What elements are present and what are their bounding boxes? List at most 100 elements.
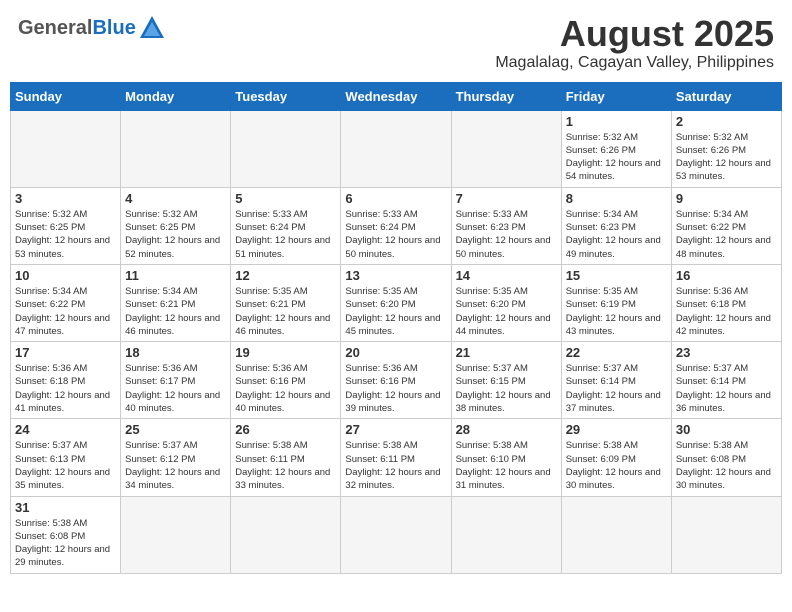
day-info: Sunrise: 5:34 AM Sunset: 6:23 PM Dayligh…	[566, 208, 667, 261]
day-info: Sunrise: 5:32 AM Sunset: 6:25 PM Dayligh…	[15, 208, 116, 261]
day-number: 13	[345, 268, 446, 283]
day-number: 3	[15, 191, 116, 206]
location-title: Magalalag, Cagayan Valley, Philippines	[495, 54, 774, 72]
day-number: 20	[345, 345, 446, 360]
calendar-cell	[671, 496, 781, 573]
day-info: Sunrise: 5:37 AM Sunset: 6:15 PM Dayligh…	[456, 362, 557, 415]
day-number: 27	[345, 422, 446, 437]
day-info: Sunrise: 5:38 AM Sunset: 6:08 PM Dayligh…	[676, 439, 777, 492]
calendar-cell	[451, 110, 561, 187]
day-number: 21	[456, 345, 557, 360]
calendar-week-row: 10 Sunrise: 5:34 AM Sunset: 6:22 PM Dayli…	[11, 264, 782, 341]
day-number: 19	[235, 345, 336, 360]
day-info: Sunrise: 5:32 AM Sunset: 6:25 PM Dayligh…	[125, 208, 226, 261]
day-number: 7	[456, 191, 557, 206]
day-info: Sunrise: 5:35 AM Sunset: 6:20 PM Dayligh…	[345, 285, 446, 338]
day-number: 17	[15, 345, 116, 360]
day-info: Sunrise: 5:34 AM Sunset: 6:21 PM Dayligh…	[125, 285, 226, 338]
calendar-cell: 19 Sunrise: 5:36 AM Sunset: 6:16 PM Dayli…	[231, 342, 341, 419]
day-number: 31	[15, 500, 116, 515]
day-number: 25	[125, 422, 226, 437]
calendar-cell	[231, 496, 341, 573]
day-info: Sunrise: 5:37 AM Sunset: 6:13 PM Dayligh…	[15, 439, 116, 492]
day-number: 15	[566, 268, 667, 283]
month-title: August 2025	[495, 14, 774, 54]
day-info: Sunrise: 5:36 AM Sunset: 6:18 PM Dayligh…	[15, 362, 116, 415]
title-section: August 2025 Magalalag, Cagayan Valley, P…	[495, 14, 774, 72]
calendar-cell: 3 Sunrise: 5:32 AM Sunset: 6:25 PM Daylig…	[11, 187, 121, 264]
day-number: 30	[676, 422, 777, 437]
day-number: 28	[456, 422, 557, 437]
calendar-cell: 12Sunrise: 5:35 AM Sunset: 6:21 PM Dayli…	[231, 264, 341, 341]
weekday-header-monday: Monday	[121, 82, 231, 110]
day-info: Sunrise: 5:38 AM Sunset: 6:08 PM Dayligh…	[15, 517, 116, 570]
calendar-cell: 18Sunrise: 5:36 AM Sunset: 6:17 PM Dayli…	[121, 342, 231, 419]
day-info: Sunrise: 5:36 AM Sunset: 6:18 PM Dayligh…	[676, 285, 777, 338]
weekday-header-row: SundayMondayTuesdayWednesdayThursdayFrid…	[11, 82, 782, 110]
day-info: Sunrise: 5:38 AM Sunset: 6:10 PM Dayligh…	[456, 439, 557, 492]
calendar-cell: 26 Sunrise: 5:38 AM Sunset: 6:11 PM Dayli…	[231, 419, 341, 496]
day-info: Sunrise: 5:33 AM Sunset: 6:23 PM Dayligh…	[456, 208, 557, 261]
calendar-week-row: 31 Sunrise: 5:38 AM Sunset: 6:08 PM Dayli…	[11, 496, 782, 573]
day-info: Sunrise: 5:37 AM Sunset: 6:14 PM Dayligh…	[566, 362, 667, 415]
day-number: 26	[235, 422, 336, 437]
calendar-cell: 13 Sunrise: 5:35 AM Sunset: 6:20 PM Dayli…	[341, 264, 451, 341]
calendar-cell: 7 Sunrise: 5:33 AM Sunset: 6:23 PM Daylig…	[451, 187, 561, 264]
day-info: Sunrise: 5:36 AM Sunset: 6:16 PM Dayligh…	[235, 362, 336, 415]
weekday-header-sunday: Sunday	[11, 82, 121, 110]
calendar-cell	[231, 110, 341, 187]
weekday-header-friday: Friday	[561, 82, 671, 110]
day-number: 22	[566, 345, 667, 360]
logo-icon	[138, 14, 166, 42]
day-info: Sunrise: 5:32 AM Sunset: 6:26 PM Dayligh…	[676, 131, 777, 184]
calendar-cell	[341, 496, 451, 573]
day-info: Sunrise: 5:38 AM Sunset: 6:11 PM Dayligh…	[235, 439, 336, 492]
calendar-cell: 29Sunrise: 5:38 AM Sunset: 6:09 PM Dayli…	[561, 419, 671, 496]
day-number: 8	[566, 191, 667, 206]
day-info: Sunrise: 5:35 AM Sunset: 6:21 PM Dayligh…	[235, 285, 336, 338]
day-number: 10	[15, 268, 116, 283]
calendar-week-row: 17 Sunrise: 5:36 AM Sunset: 6:18 PM Dayli…	[11, 342, 782, 419]
calendar-cell: 24 Sunrise: 5:37 AM Sunset: 6:13 PM Dayli…	[11, 419, 121, 496]
day-number: 4	[125, 191, 226, 206]
calendar-cell: 20 Sunrise: 5:36 AM Sunset: 6:16 PM Dayli…	[341, 342, 451, 419]
calendar-cell: 1 Sunrise: 5:32 AM Sunset: 6:26 PM Daylig…	[561, 110, 671, 187]
day-info: Sunrise: 5:34 AM Sunset: 6:22 PM Dayligh…	[15, 285, 116, 338]
logo-text: GeneralBlue	[18, 17, 136, 40]
calendar-cell	[451, 496, 561, 573]
day-info: Sunrise: 5:36 AM Sunset: 6:17 PM Dayligh…	[125, 362, 226, 415]
day-info: Sunrise: 5:38 AM Sunset: 6:11 PM Dayligh…	[345, 439, 446, 492]
calendar-cell: 21 Sunrise: 5:37 AM Sunset: 6:15 PM Dayli…	[451, 342, 561, 419]
day-info: Sunrise: 5:33 AM Sunset: 6:24 PM Dayligh…	[235, 208, 336, 261]
calendar-week-row: 24 Sunrise: 5:37 AM Sunset: 6:13 PM Dayli…	[11, 419, 782, 496]
day-number: 11	[125, 268, 226, 283]
day-info: Sunrise: 5:37 AM Sunset: 6:14 PM Dayligh…	[676, 362, 777, 415]
day-info: Sunrise: 5:37 AM Sunset: 6:12 PM Dayligh…	[125, 439, 226, 492]
calendar-cell: 6Sunrise: 5:33 AM Sunset: 6:24 PM Daylig…	[341, 187, 451, 264]
calendar-cell: 8 Sunrise: 5:34 AM Sunset: 6:23 PM Daylig…	[561, 187, 671, 264]
day-number: 1	[566, 114, 667, 129]
day-number: 6	[345, 191, 446, 206]
day-number: 24	[15, 422, 116, 437]
calendar-cell: 9Sunrise: 5:34 AM Sunset: 6:22 PM Daylig…	[671, 187, 781, 264]
day-number: 23	[676, 345, 777, 360]
day-number: 14	[456, 268, 557, 283]
calendar-cell: 15Sunrise: 5:35 AM Sunset: 6:19 PM Dayli…	[561, 264, 671, 341]
page-header: GeneralBlue August 2025 Magalalag, Cagay…	[10, 10, 782, 76]
calendar-cell: 30 Sunrise: 5:38 AM Sunset: 6:08 PM Dayli…	[671, 419, 781, 496]
calendar-table: SundayMondayTuesdayWednesdayThursdayFrid…	[10, 82, 782, 574]
calendar-cell: 28 Sunrise: 5:38 AM Sunset: 6:10 PM Dayli…	[451, 419, 561, 496]
day-info: Sunrise: 5:35 AM Sunset: 6:20 PM Dayligh…	[456, 285, 557, 338]
day-number: 2	[676, 114, 777, 129]
day-info: Sunrise: 5:32 AM Sunset: 6:26 PM Dayligh…	[566, 131, 667, 184]
calendar-cell: 25 Sunrise: 5:37 AM Sunset: 6:12 PM Dayli…	[121, 419, 231, 496]
calendar-cell: 17 Sunrise: 5:36 AM Sunset: 6:18 PM Dayli…	[11, 342, 121, 419]
calendar-cell: 2 Sunrise: 5:32 AM Sunset: 6:26 PM Daylig…	[671, 110, 781, 187]
weekday-header-saturday: Saturday	[671, 82, 781, 110]
day-number: 9	[676, 191, 777, 206]
calendar-cell	[121, 496, 231, 573]
calendar-week-row: 3 Sunrise: 5:32 AM Sunset: 6:25 PM Daylig…	[11, 187, 782, 264]
day-info: Sunrise: 5:38 AM Sunset: 6:09 PM Dayligh…	[566, 439, 667, 492]
day-info: Sunrise: 5:36 AM Sunset: 6:16 PM Dayligh…	[345, 362, 446, 415]
weekday-header-thursday: Thursday	[451, 82, 561, 110]
